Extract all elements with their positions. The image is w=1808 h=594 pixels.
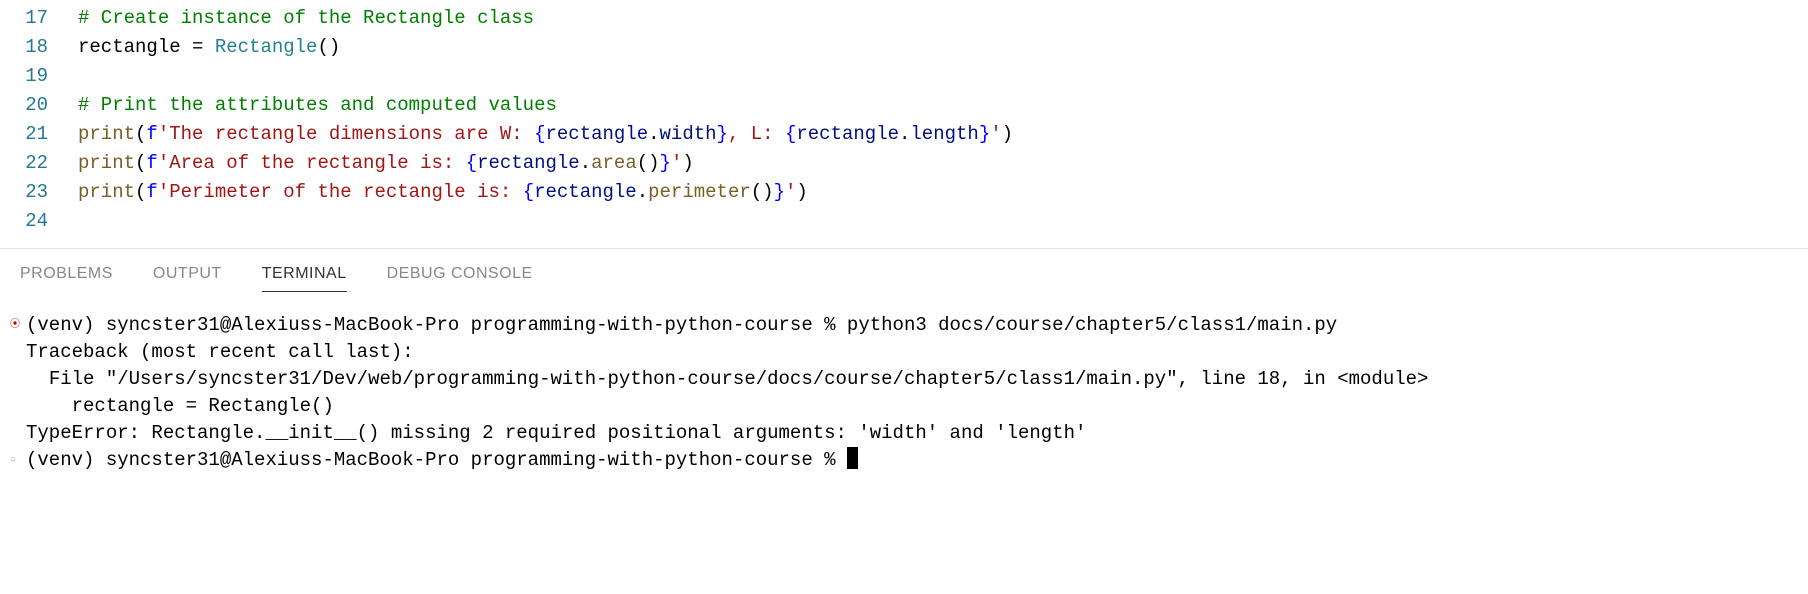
line-number: 22 bbox=[8, 149, 78, 178]
code-line[interactable]: 19 bbox=[8, 62, 1808, 91]
tab-output[interactable]: OUTPUT bbox=[153, 265, 222, 292]
terminal-line: Traceback (most recent call last): bbox=[10, 339, 1798, 366]
code-token: } bbox=[660, 152, 671, 174]
panel-tabs: PROBLEMS OUTPUT TERMINAL DEBUG CONSOLE bbox=[0, 249, 1808, 292]
code-token: ' bbox=[785, 181, 796, 203]
code-token: width bbox=[660, 123, 717, 145]
terminal-bullet-icon bbox=[10, 393, 26, 420]
terminal-bullet-icon: ○ bbox=[10, 447, 26, 474]
code-token: } bbox=[717, 123, 728, 145]
code-content[interactable]: print(f'The rectangle dimensions are W: … bbox=[78, 120, 1808, 149]
terminal-bullet-icon bbox=[10, 420, 26, 447]
code-line[interactable]: 21print(f'The rectangle dimensions are W… bbox=[8, 120, 1808, 149]
code-token: 'Area of the rectangle is: bbox=[158, 152, 466, 174]
code-token: Rectangle bbox=[215, 36, 318, 58]
line-number: 20 bbox=[8, 91, 78, 120]
line-number: 17 bbox=[8, 4, 78, 33]
code-token: f bbox=[146, 181, 157, 203]
code-token bbox=[203, 36, 214, 58]
code-token: ) bbox=[796, 181, 807, 203]
line-number: 24 bbox=[8, 207, 78, 236]
code-token: area bbox=[591, 152, 637, 174]
code-content[interactable]: print(f'Perimeter of the rectangle is: {… bbox=[78, 178, 1808, 207]
terminal-cursor bbox=[847, 447, 858, 469]
code-token: . bbox=[648, 123, 659, 145]
terminal-text: File "/Users/syncster31/Dev/web/programm… bbox=[26, 366, 1798, 393]
code-token: rectangle bbox=[546, 123, 649, 145]
code-token: = bbox=[192, 36, 203, 58]
code-token: ) bbox=[682, 152, 693, 174]
code-token: # Create instance of the Rectangle class bbox=[78, 7, 534, 29]
code-content[interactable]: rectangle = Rectangle() bbox=[78, 33, 1808, 62]
code-token: print bbox=[78, 123, 135, 145]
code-token: () bbox=[637, 152, 660, 174]
terminal-bullet-icon bbox=[10, 366, 26, 393]
code-token: rectangle bbox=[796, 123, 899, 145]
terminal-bullet-icon: ⦿ bbox=[10, 312, 26, 339]
code-token: } bbox=[774, 181, 785, 203]
code-line[interactable]: 23print(f'Perimeter of the rectangle is:… bbox=[8, 178, 1808, 207]
code-token: ( bbox=[135, 181, 146, 203]
line-number: 19 bbox=[8, 62, 78, 91]
terminal-text: (venv) syncster31@Alexiuss-MacBook-Pro p… bbox=[26, 447, 1798, 474]
terminal-line: rectangle = Rectangle() bbox=[10, 393, 1798, 420]
code-token: . bbox=[580, 152, 591, 174]
code-content[interactable]: print(f'Area of the rectangle is: {recta… bbox=[78, 149, 1808, 178]
code-content[interactable] bbox=[78, 62, 1808, 91]
code-token: rectangle bbox=[78, 36, 192, 58]
terminal-text: (venv) syncster31@Alexiuss-MacBook-Pro p… bbox=[26, 312, 1798, 339]
code-token: { bbox=[466, 152, 477, 174]
line-number: 23 bbox=[8, 178, 78, 207]
tab-problems[interactable]: PROBLEMS bbox=[20, 265, 113, 292]
terminal-text: rectangle = Rectangle() bbox=[26, 393, 1798, 420]
code-token: ) bbox=[1002, 123, 1013, 145]
terminal-panel[interactable]: ⦿(venv) syncster31@Alexiuss-MacBook-Pro … bbox=[0, 292, 1808, 474]
code-token: perimeter bbox=[648, 181, 751, 203]
code-token: () bbox=[751, 181, 774, 203]
code-token: 'The rectangle dimensions are W: bbox=[158, 123, 534, 145]
code-token: length bbox=[910, 123, 978, 145]
code-token: 'Perimeter of the rectangle is: bbox=[158, 181, 523, 203]
code-token: { bbox=[785, 123, 796, 145]
code-token: # Print the attributes and computed valu… bbox=[78, 94, 557, 116]
code-token: { bbox=[523, 181, 534, 203]
tab-debug-console[interactable]: DEBUG CONSOLE bbox=[387, 265, 533, 292]
terminal-text: Traceback (most recent call last): bbox=[26, 339, 1798, 366]
terminal-bullet-icon bbox=[10, 339, 26, 366]
code-token: f bbox=[146, 123, 157, 145]
line-number: 18 bbox=[8, 33, 78, 62]
code-token: . bbox=[899, 123, 910, 145]
code-line[interactable]: 20# Print the attributes and computed va… bbox=[8, 91, 1808, 120]
line-number: 21 bbox=[8, 120, 78, 149]
terminal-line: TypeError: Rectangle.__init__() missing … bbox=[10, 420, 1798, 447]
code-content[interactable]: # Print the attributes and computed valu… bbox=[78, 91, 1808, 120]
code-line[interactable]: 24 bbox=[8, 207, 1808, 236]
code-token: ' bbox=[990, 123, 1001, 145]
code-line[interactable]: 17# Create instance of the Rectangle cla… bbox=[8, 4, 1808, 33]
terminal-line: ○(venv) syncster31@Alexiuss-MacBook-Pro … bbox=[10, 447, 1798, 474]
code-token: f bbox=[146, 152, 157, 174]
code-token: , L: bbox=[728, 123, 785, 145]
terminal-line: ⦿(venv) syncster31@Alexiuss-MacBook-Pro … bbox=[10, 312, 1798, 339]
code-line[interactable]: 18rectangle = Rectangle() bbox=[8, 33, 1808, 62]
code-token: rectangle bbox=[477, 152, 580, 174]
code-token: ( bbox=[135, 152, 146, 174]
code-token: print bbox=[78, 152, 135, 174]
code-token: } bbox=[979, 123, 990, 145]
code-line[interactable]: 22print(f'Area of the rectangle is: {rec… bbox=[8, 149, 1808, 178]
terminal-line: File "/Users/syncster31/Dev/web/programm… bbox=[10, 366, 1798, 393]
code-token: ' bbox=[671, 152, 682, 174]
code-content[interactable]: # Create instance of the Rectangle class bbox=[78, 4, 1808, 33]
code-token: ( bbox=[135, 123, 146, 145]
code-token: { bbox=[534, 123, 545, 145]
code-token: rectangle bbox=[534, 181, 637, 203]
code-content[interactable] bbox=[78, 207, 1808, 236]
terminal-text: TypeError: Rectangle.__init__() missing … bbox=[26, 420, 1798, 447]
code-token: () bbox=[317, 36, 340, 58]
code-token: . bbox=[637, 181, 648, 203]
tab-terminal[interactable]: TERMINAL bbox=[262, 265, 347, 292]
code-editor[interactable]: 17# Create instance of the Rectangle cla… bbox=[0, 0, 1808, 236]
code-token: print bbox=[78, 181, 135, 203]
